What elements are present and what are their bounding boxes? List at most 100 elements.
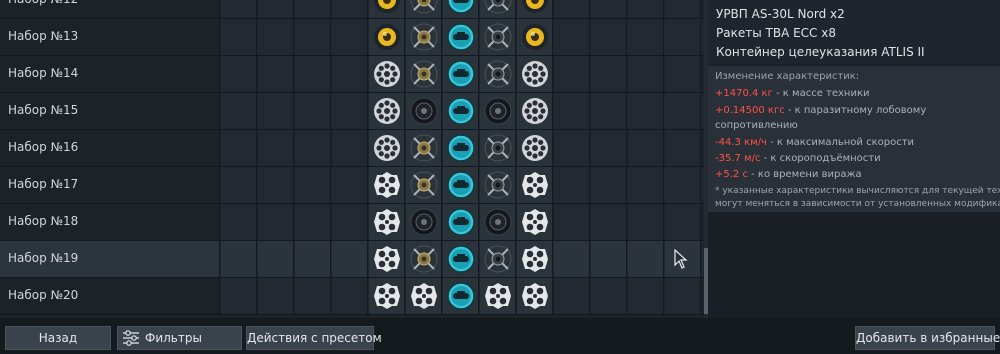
weapon-slot[interactable]: [517, 130, 553, 166]
weapon-slot[interactable]: [258, 204, 294, 240]
weapon-slot[interactable]: [665, 19, 701, 55]
preset-name-cell[interactable]: Набор №20: [0, 278, 220, 314]
weapon-slot[interactable]: [406, 278, 442, 314]
preset-name-cell[interactable]: Набор №19: [0, 241, 220, 277]
weapon-slot[interactable]: [443, 0, 479, 18]
weapon-slot[interactable]: [480, 130, 516, 166]
weapon-slot[interactable]: [591, 167, 627, 203]
weapon-slot[interactable]: [221, 56, 257, 92]
weapon-slot[interactable]: [295, 241, 331, 277]
preset-row[interactable]: Набор №14: [0, 56, 704, 93]
preset-name-cell[interactable]: Набор №12: [0, 0, 220, 18]
preset-row[interactable]: Набор №13: [0, 19, 704, 56]
weapon-slot[interactable]: [295, 130, 331, 166]
weapon-slot[interactable]: [332, 204, 368, 240]
weapon-slot[interactable]: [258, 56, 294, 92]
weapon-slot[interactable]: [406, 204, 442, 240]
weapon-slot[interactable]: [554, 0, 590, 18]
weapon-slot[interactable]: [406, 130, 442, 166]
weapon-slot[interactable]: [443, 130, 479, 166]
weapon-slot[interactable]: [554, 56, 590, 92]
weapon-slot[interactable]: [628, 130, 664, 166]
weapon-slot[interactable]: [221, 93, 257, 129]
weapon-slot[interactable]: [406, 167, 442, 203]
weapon-slot[interactable]: [517, 167, 553, 203]
weapon-slot[interactable]: [591, 130, 627, 166]
weapon-slot[interactable]: [443, 278, 479, 314]
weapon-slot[interactable]: [591, 278, 627, 314]
weapon-slot[interactable]: [628, 241, 664, 277]
weapon-slot[interactable]: [554, 241, 590, 277]
preset-name-cell[interactable]: Набор №17: [0, 167, 220, 203]
weapon-slot[interactable]: [517, 56, 553, 92]
weapon-slot[interactable]: [443, 167, 479, 203]
weapon-slot[interactable]: [591, 241, 627, 277]
weapon-slot[interactable]: [628, 93, 664, 129]
weapon-slot[interactable]: [221, 0, 257, 18]
weapon-slot[interactable]: [369, 0, 405, 18]
weapon-slot[interactable]: [628, 278, 664, 314]
weapon-slot[interactable]: [665, 130, 701, 166]
preset-row[interactable]: Набор №20: [0, 278, 704, 315]
weapon-slot[interactable]: [221, 204, 257, 240]
weapon-slot[interactable]: [221, 278, 257, 314]
preset-row[interactable]: Набор №12: [0, 0, 704, 19]
weapon-slot[interactable]: [554, 19, 590, 55]
weapon-slot[interactable]: [332, 93, 368, 129]
weapon-slot[interactable]: [295, 19, 331, 55]
weapon-slot[interactable]: [554, 204, 590, 240]
preset-name-cell[interactable]: Набор №15: [0, 93, 220, 129]
weapon-slot[interactable]: [369, 278, 405, 314]
weapon-slot[interactable]: [369, 130, 405, 166]
weapon-slot[interactable]: [480, 167, 516, 203]
weapon-slot[interactable]: [295, 167, 331, 203]
weapon-slot[interactable]: [406, 56, 442, 92]
weapon-slot[interactable]: [480, 56, 516, 92]
weapon-slot[interactable]: [295, 56, 331, 92]
preset-name-cell[interactable]: Набор №14: [0, 56, 220, 92]
weapon-slot[interactable]: [628, 19, 664, 55]
weapon-slot[interactable]: [628, 167, 664, 203]
weapon-slot[interactable]: [480, 278, 516, 314]
weapon-slot[interactable]: [332, 56, 368, 92]
weapon-slot[interactable]: [665, 0, 701, 18]
weapon-slot[interactable]: [591, 204, 627, 240]
weapon-slot[interactable]: [295, 204, 331, 240]
weapon-slot[interactable]: [665, 93, 701, 129]
weapon-slot[interactable]: [295, 93, 331, 129]
weapon-slot[interactable]: [517, 241, 553, 277]
weapon-slot[interactable]: [406, 241, 442, 277]
weapon-slot[interactable]: [332, 130, 368, 166]
weapon-slot[interactable]: [332, 0, 368, 18]
preset-name-cell[interactable]: Набор №16: [0, 130, 220, 166]
weapon-slot[interactable]: [554, 130, 590, 166]
weapon-slot[interactable]: [554, 93, 590, 129]
weapon-slot[interactable]: [554, 278, 590, 314]
weapon-slot[interactable]: [665, 56, 701, 92]
weapon-slot[interactable]: [406, 93, 442, 129]
preset-name-cell[interactable]: Набор №13: [0, 19, 220, 55]
weapon-slot[interactable]: [295, 0, 331, 18]
preset-row[interactable]: Набор №16: [0, 130, 704, 167]
preset-row[interactable]: Набор №19: [0, 241, 704, 278]
weapon-slot[interactable]: [480, 0, 516, 18]
weapon-slot[interactable]: [480, 93, 516, 129]
weapon-slot[interactable]: [369, 204, 405, 240]
weapon-slot[interactable]: [221, 167, 257, 203]
weapon-slot[interactable]: [369, 56, 405, 92]
back-button[interactable]: Назад: [5, 326, 111, 350]
weapon-slot[interactable]: [480, 204, 516, 240]
weapon-slot[interactable]: [591, 0, 627, 18]
weapon-slot[interactable]: [258, 278, 294, 314]
weapon-slot[interactable]: [406, 0, 442, 18]
weapon-slot[interactable]: [332, 241, 368, 277]
preset-row[interactable]: Набор №17: [0, 167, 704, 204]
weapon-slot[interactable]: [517, 278, 553, 314]
weapon-slot[interactable]: [628, 204, 664, 240]
weapon-slot[interactable]: [258, 93, 294, 129]
weapon-slot[interactable]: [258, 167, 294, 203]
weapon-slot[interactable]: [591, 19, 627, 55]
weapon-slot[interactable]: [591, 56, 627, 92]
weapon-slot[interactable]: [258, 0, 294, 18]
weapon-slot[interactable]: [517, 204, 553, 240]
